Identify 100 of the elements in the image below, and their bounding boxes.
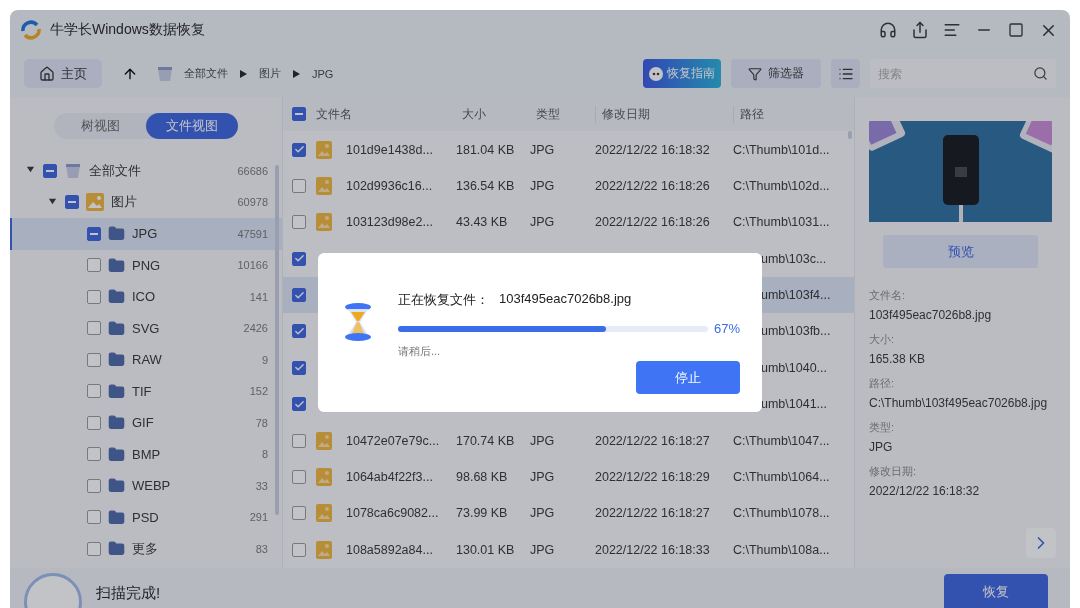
checkbox[interactable] [292, 288, 306, 303]
item-count: 78 [255, 416, 268, 429]
checkbox[interactable] [292, 397, 306, 412]
tree-item-label[interactable]: PNG [132, 257, 231, 273]
headset-icon[interactable] [878, 20, 898, 40]
tree-item-label[interactable]: 图片 [111, 193, 231, 212]
list-view-button[interactable] [831, 59, 860, 88]
tree-item-label[interactable]: 全部文件 [89, 161, 231, 180]
hint-text: 请稍后... [398, 344, 442, 359]
column-header[interactable]: 类型 [530, 105, 595, 123]
checkbox[interactable] [87, 415, 101, 430]
item-count: 10166 [237, 259, 268, 272]
item-count: 66686 [237, 164, 268, 177]
checkbox[interactable] [292, 107, 306, 122]
checkbox[interactable] [87, 258, 101, 273]
file-path: C:\Thumb\1078... [733, 506, 831, 521]
image-file-icon [316, 540, 332, 559]
breadcrumb-item[interactable]: 全部文件 [184, 66, 228, 81]
search-field[interactable]: 搜索 [870, 59, 1056, 88]
field-label: 修改日期: [869, 464, 918, 479]
checkbox[interactable] [87, 384, 101, 399]
checkbox[interactable] [292, 542, 306, 557]
caret-icon[interactable] [47, 196, 57, 206]
modified-date: 2022/12/22 16:18:32 [595, 142, 711, 157]
file-path: C:\Thumb\1047... [733, 433, 831, 448]
next-button[interactable] [1026, 528, 1056, 558]
file-size: 73.99 KB [456, 506, 509, 521]
file-type: JPG [530, 433, 556, 448]
checkbox[interactable] [292, 470, 306, 484]
checkbox[interactable] [65, 195, 79, 210]
checkbox[interactable] [43, 163, 57, 178]
breadcrumb-item[interactable]: JPG [312, 67, 334, 80]
checkbox[interactable] [292, 179, 306, 193]
preview-button[interactable]: 预览 [883, 235, 1038, 268]
tree-item-label[interactable]: ICO [132, 289, 243, 305]
caret-icon[interactable] [25, 165, 35, 175]
guide-button[interactable]: 恢复指南 [643, 59, 721, 88]
folder-icon [108, 382, 125, 400]
file-type: JPG [530, 179, 556, 193]
tree-item-label[interactable]: SVG [132, 320, 237, 336]
item-count: 47591 [237, 227, 268, 240]
file-path: C:\Thumb\108a... [733, 542, 831, 557]
tree-item-label[interactable]: 更多 [132, 539, 249, 558]
share-icon[interactable] [910, 20, 930, 40]
file-size: 136.54 KB [456, 179, 516, 193]
stop-button[interactable]: 停止 [636, 361, 740, 394]
trash-bin-icon [64, 161, 82, 180]
scrollbar[interactable] [848, 131, 852, 139]
checkbox[interactable] [87, 541, 101, 556]
maximize-icon[interactable] [1006, 20, 1026, 40]
checkbox[interactable] [87, 352, 101, 367]
tree-item-label[interactable]: TIF [132, 383, 243, 399]
tree-item-label[interactable]: BMP [132, 446, 255, 462]
checkbox[interactable] [87, 447, 101, 462]
checkbox[interactable] [87, 478, 101, 493]
tree-item-label[interactable]: PSD [132, 509, 243, 525]
view-tab[interactable]: 树视图 [54, 113, 146, 139]
search-icon[interactable] [1033, 66, 1048, 81]
file-name: 102d9936c16... [346, 179, 434, 193]
checkbox[interactable] [292, 360, 306, 375]
checkbox[interactable] [292, 324, 306, 339]
field-label: 类型: [869, 420, 896, 435]
trash-bin-icon [156, 64, 174, 83]
checkbox[interactable] [292, 433, 306, 448]
view-tab[interactable]: 文件视图 [146, 113, 238, 139]
column-header[interactable]: 路径 [733, 105, 854, 123]
tree-item-label[interactable]: WEBP [132, 478, 249, 494]
item-count: 8 [261, 448, 268, 461]
image-file-icon [316, 431, 332, 450]
field-value: 165.38 KB [869, 352, 927, 366]
scrollbar[interactable] [275, 165, 279, 515]
item-count: 2426 [243, 322, 268, 335]
file-path: umb\103c... [760, 251, 828, 266]
file-path: umb\1040... [760, 360, 828, 375]
caret-icon [293, 69, 300, 78]
item-count: 83 [255, 542, 268, 555]
checkbox[interactable] [292, 142, 306, 157]
file-path: C:\Thumb\101d... [733, 142, 831, 157]
column-header[interactable]: 文件名 [316, 105, 456, 123]
checkbox[interactable] [292, 215, 306, 230]
checkbox[interactable] [87, 289, 101, 304]
item-count: 9 [261, 353, 268, 366]
checkbox[interactable] [292, 251, 306, 266]
checkbox[interactable] [292, 506, 306, 521]
tree-item-label[interactable]: JPG [132, 226, 231, 242]
home-icon [39, 65, 55, 82]
tree-item-highlight[interactable]: JPG 47591 [10, 218, 282, 250]
breadcrumb-item[interactable]: 图片 [259, 66, 281, 81]
filter-button[interactable]: 筛选器 [731, 59, 821, 88]
checkbox[interactable] [87, 226, 101, 241]
checkbox[interactable] [87, 510, 101, 525]
checkbox[interactable] [87, 321, 101, 336]
tree-item-label[interactable]: RAW [132, 352, 255, 368]
home-button[interactable]: 主页 [24, 59, 102, 88]
file-path: umb\103f4... [760, 288, 832, 303]
column-header[interactable]: 修改日期 [595, 105, 733, 123]
tree-item-label[interactable]: GIF [132, 415, 249, 431]
recover-button[interactable]: 恢复 [944, 574, 1048, 608]
column-header[interactable]: 大小 [456, 105, 530, 123]
app-logo-icon [20, 19, 42, 41]
